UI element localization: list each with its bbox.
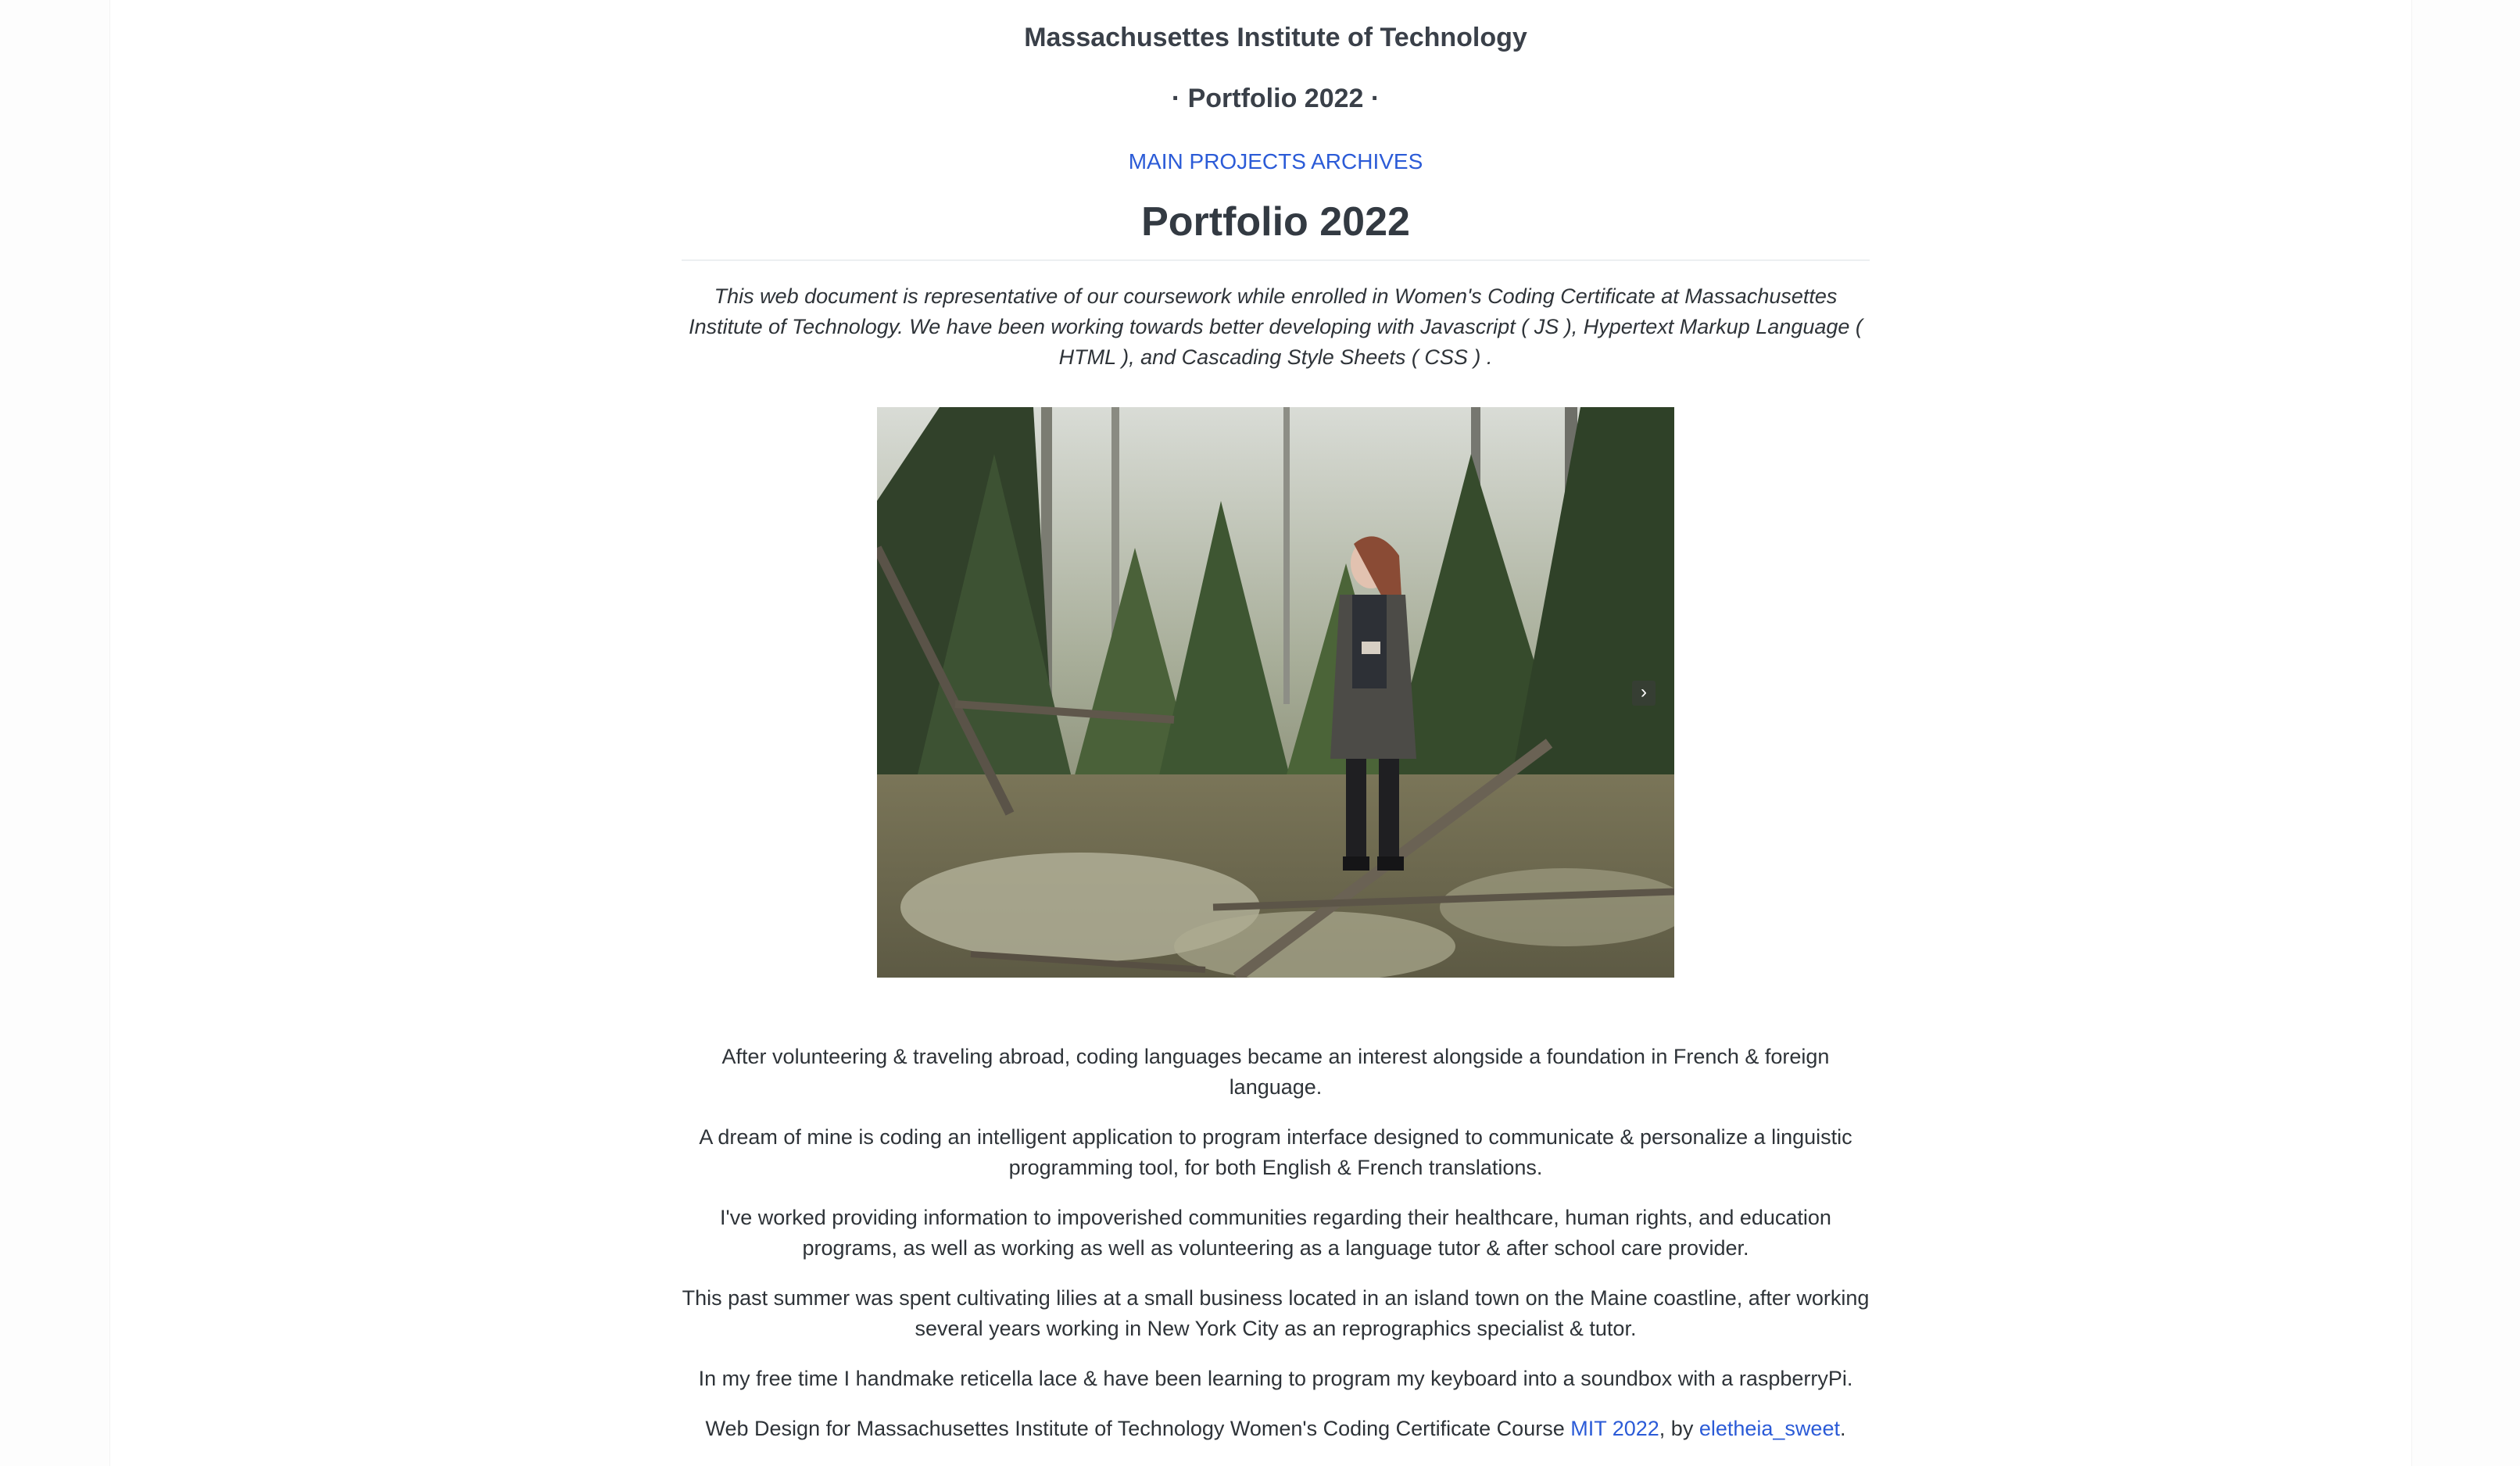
chevron-right-icon[interactable]: › [1632,681,1656,706]
bio-paragraph: After volunteering & traveling abroad, c… [721,1045,1830,1099]
footer-credit-text: Web Design for Massachusettes Institute … [705,1417,1571,1440]
footer-credit-end: . [1839,1417,1846,1440]
forest-photo [877,407,1674,978]
photo-carousel[interactable]: › [877,407,1674,978]
main-projects-archives-link[interactable]: MAIN PROJECTS ARCHIVES [1129,148,1423,175]
site-subtitle: · Portfolio 2022 · [1171,84,1380,113]
bio-paragraph: I've worked providing information to imp… [720,1206,1831,1260]
bio-paragraph: A dream of mine is coding an intelligent… [699,1125,1852,1179]
author-link[interactable]: eletheia_sweet [1699,1417,1840,1440]
bio-paragraph: In my free time I handmake reticella lac… [698,1367,1853,1390]
intro-paragraph: This web document is representative of o… [689,284,1863,369]
main-content: Massachusettes Institute of Technology ·… [682,0,1870,1464]
mit-2022-link[interactable]: MIT 2022 [1570,1417,1659,1440]
page-title: Portfolio 2022 [682,197,1870,261]
footer-credit-by: , by [1659,1417,1699,1440]
site-title: Massachusettes Institute of Technology [1024,23,1527,52]
bio-paragraph: This past summer was spent cultivating l… [682,1286,1870,1340]
page: Massachusettes Institute of Technology ·… [0,0,2520,1466]
bio-section: After volunteering & traveling abroad, c… [682,1042,1870,1444]
footer-credit: Web Design for Massachusettes Institute … [682,1414,1870,1444]
